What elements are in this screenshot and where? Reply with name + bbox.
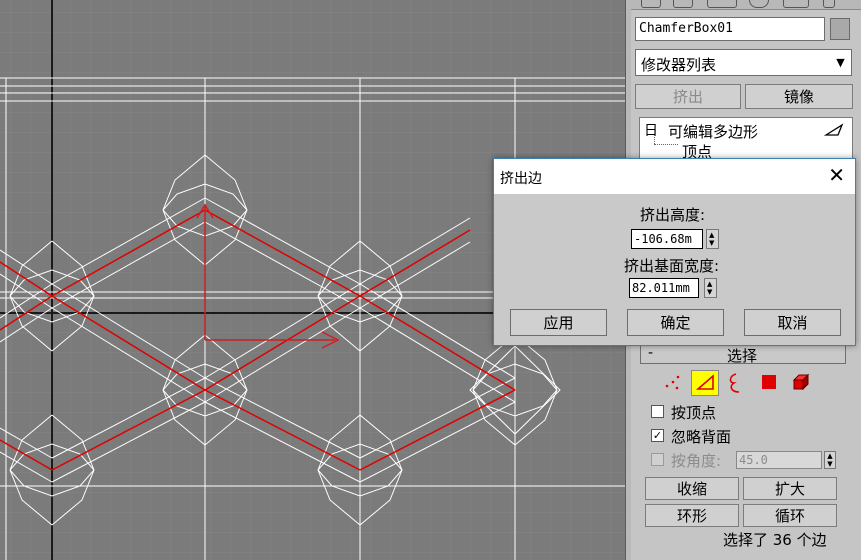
hierarchy-tab-icon[interactable]	[707, 0, 737, 8]
base-width-arrows[interactable]: ▲ ▼	[704, 278, 717, 298]
extrude-button[interactable]: 挤出	[635, 84, 741, 109]
by-vertex-label: 按顶点	[671, 404, 717, 422]
motion-tab-icon[interactable]	[749, 0, 769, 8]
ignore-backfacing-label: 忽略背面	[671, 428, 732, 446]
base-width-label: 挤出基面宽度:	[624, 257, 720, 275]
selection-rollout-title: 选择	[727, 347, 758, 365]
polygon-icon[interactable]	[762, 375, 776, 389]
ignore-backfacing-checkbox[interactable]: ✓	[651, 429, 664, 442]
extrude-edges-dialog: 挤出边 ✕ 挤出高度: -106.68m ▲ ▼ 挤出基面宽度: 82.011mm…	[493, 158, 856, 346]
subobject-level-bar	[661, 370, 846, 396]
by-angle-input[interactable]: 45.0	[736, 451, 822, 469]
ok-button[interactable]: 确定	[627, 309, 724, 336]
object-name-field[interactable]: ChamferBox01	[635, 17, 825, 41]
display-tab-icon[interactable]	[783, 0, 809, 8]
light-bulb-icon[interactable]	[824, 123, 844, 137]
create-tab-icon[interactable]	[641, 0, 661, 8]
edge-icon[interactable]	[691, 370, 719, 396]
modifier-list-label: 修改器列表	[641, 56, 717, 74]
stack-item-editable-poly[interactable]: 可编辑多边形	[668, 121, 758, 142]
modify-tab-icon[interactable]	[673, 0, 693, 8]
chevron-down-icon[interactable]: ▼	[833, 53, 848, 72]
border-icon[interactable]	[727, 372, 743, 394]
vertex-icon[interactable]	[663, 373, 683, 393]
loop-button[interactable]: 循环	[743, 504, 837, 527]
extrusion-height-arrows[interactable]: ▲ ▼	[706, 229, 719, 249]
by-vertex-checkbox[interactable]	[651, 405, 664, 418]
extrusion-height-input[interactable]: -106.68m	[631, 229, 703, 249]
modifier-list-dropdown[interactable]: 修改器列表 ▼	[635, 49, 852, 76]
by-angle-checkbox[interactable]	[651, 453, 664, 466]
selection-status-text: 选择了 36 个边	[723, 531, 827, 549]
utilities-tab-icon[interactable]	[823, 0, 835, 8]
cancel-button[interactable]: 取消	[744, 309, 841, 336]
close-icon[interactable]: ✕	[828, 164, 845, 186]
mirror-button[interactable]: 镜像	[745, 84, 853, 109]
dialog-title: 挤出边	[500, 171, 542, 187]
ring-button[interactable]: 环形	[645, 504, 739, 527]
by-angle-spinner[interactable]: ▲ ▼	[824, 451, 836, 469]
shrink-button[interactable]: 收缩	[645, 477, 739, 500]
rollout-collapse-icon: -	[648, 345, 654, 361]
object-name-text: ChamferBox01	[639, 21, 733, 36]
base-width-input[interactable]: 82.011mm	[629, 278, 699, 298]
by-angle-label: 按角度:	[671, 452, 722, 470]
object-color-swatch[interactable]	[830, 18, 850, 40]
tree-connector	[654, 144, 678, 145]
tree-connector-v	[654, 130, 655, 144]
apply-button[interactable]: 应用	[510, 309, 607, 336]
command-panel-tabs[interactable]	[631, 0, 861, 10]
dialog-titlebar[interactable]: 挤出边 ✕	[494, 159, 855, 194]
extrusion-height-label: 挤出高度:	[640, 206, 706, 224]
selection-rollout-header[interactable]: - 选择	[640, 343, 846, 365]
grow-button[interactable]: 扩大	[743, 477, 837, 500]
element-icon[interactable]	[791, 372, 811, 392]
expand-icon[interactable]: 日	[644, 120, 658, 140]
